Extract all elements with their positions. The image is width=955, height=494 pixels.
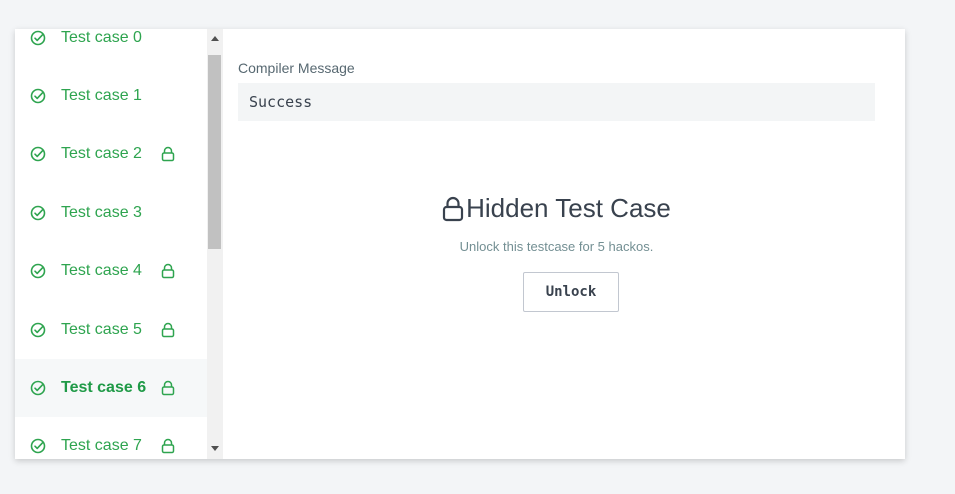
test-case-label: Test case 0	[61, 29, 142, 46]
test-case-item[interactable]: Test case 7	[15, 417, 207, 459]
lock-icon	[161, 322, 175, 338]
test-case-label: Test case 7	[61, 437, 142, 454]
unlock-button[interactable]: Unlock	[523, 272, 619, 312]
test-results-panel: Test case 0 Test case 1 Test case 2 Test…	[15, 29, 905, 459]
compiler-message-label: Compiler Message	[238, 60, 355, 76]
triangle-up-icon	[211, 36, 219, 41]
lock-icon	[161, 263, 175, 279]
test-case-item[interactable]: Test case 2	[15, 125, 207, 183]
test-case-label: Test case 4	[61, 262, 142, 279]
scroll-down-button[interactable]	[207, 441, 223, 457]
test-case-list-scrollbar[interactable]	[207, 29, 223, 459]
test-case-item[interactable]: Test case 4	[15, 242, 207, 300]
test-case-item[interactable]: Test case 3	[15, 184, 207, 242]
hidden-test-case-title: Hidden Test Case	[466, 193, 671, 223]
unlock-description: Unlock this testcase for 5 hackos.	[459, 239, 654, 254]
check-circle-icon	[30, 380, 46, 396]
check-circle-icon	[30, 205, 46, 221]
lock-icon	[443, 196, 464, 221]
test-case-item[interactable]: Test case 1	[15, 67, 207, 125]
check-circle-icon	[30, 88, 46, 104]
test-case-label: Test case 1	[61, 87, 142, 104]
test-case-label: Test case 2	[61, 145, 142, 162]
scroll-up-button[interactable]	[207, 31, 223, 47]
test-case-item[interactable]: Test case 5	[15, 301, 207, 359]
test-case-item-active[interactable]: Test case 6	[15, 359, 207, 417]
scrollbar-thumb[interactable]	[208, 55, 221, 249]
hidden-test-case-heading: Hidden Test Case	[223, 193, 890, 224]
lock-icon	[161, 438, 175, 454]
lock-icon	[161, 146, 175, 162]
test-case-list: Test case 0 Test case 1 Test case 2 Test…	[15, 29, 207, 459]
check-circle-icon	[30, 263, 46, 279]
test-case-label: Test case 6	[61, 379, 147, 396]
test-case-label: Test case 3	[61, 204, 142, 221]
check-circle-icon	[30, 30, 46, 46]
test-case-label: Test case 5	[61, 321, 142, 338]
compiler-message-output: Success	[238, 83, 875, 121]
lock-icon	[161, 380, 175, 396]
check-circle-icon	[30, 322, 46, 338]
check-circle-icon	[30, 146, 46, 162]
test-case-detail: Compiler Message Success Hidden Test Cas…	[223, 29, 905, 459]
check-circle-icon	[30, 438, 46, 454]
triangle-down-icon	[211, 446, 219, 451]
test-case-item[interactable]: Test case 0	[15, 29, 207, 67]
